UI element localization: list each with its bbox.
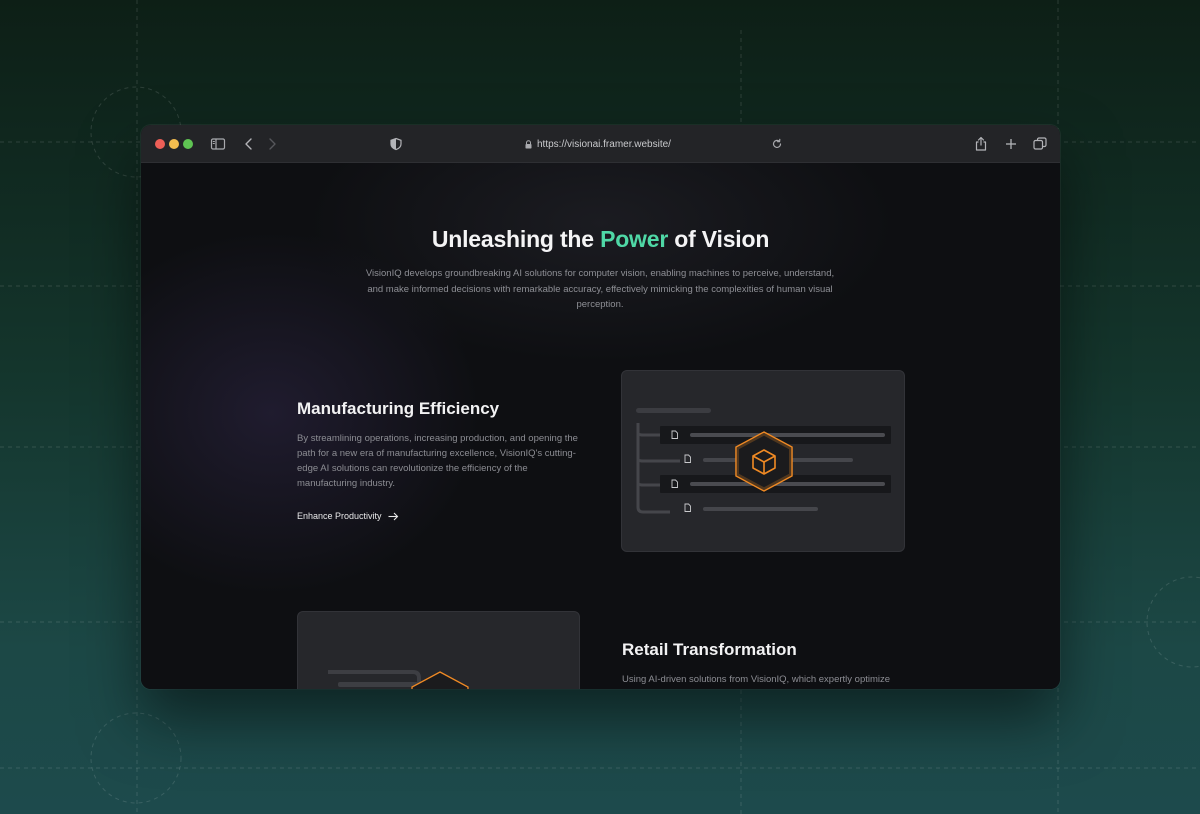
hero-title-end: of Vision	[668, 226, 770, 252]
manufacturing-title: Manufacturing Efficiency	[297, 399, 500, 418]
shield-icon[interactable]	[387, 135, 405, 153]
file-tree-illustration	[636, 408, 891, 514]
enhance-productivity-link[interactable]: Enhance Productivity	[297, 511, 399, 521]
plus-icon[interactable]	[1002, 135, 1020, 153]
retail-description: Using AI-driven solutions from VisionIQ,…	[622, 674, 891, 685]
hero-description: VisionIQ develops groundbreaking AI solu…	[365, 268, 835, 310]
page-viewport: Unleashing the Power of Vision VisionIQ …	[141, 163, 1060, 689]
hero-title-start: Unleashing the	[431, 226, 601, 252]
retail-illustration-card	[297, 611, 580, 689]
hero-title: Unleashing the Power of Vision	[141, 226, 1060, 253]
manufacturing-illustration-card	[621, 370, 905, 552]
hero-title-accent: Power	[600, 226, 669, 252]
browser-toolbar: https://visionai.framer.website/	[141, 125, 1060, 163]
minimize-window-button[interactable]	[169, 139, 179, 149]
chevron-right-icon[interactable]	[263, 135, 281, 153]
lock-icon	[525, 139, 532, 148]
address-bar[interactable]: https://visionai.framer.website/	[525, 136, 671, 152]
cta-label: Enhance Productivity	[297, 511, 382, 521]
maximize-window-button[interactable]	[183, 139, 193, 149]
arrow-right-icon	[388, 512, 398, 520]
reload-icon[interactable]	[768, 135, 786, 153]
url-text: https://visionai.framer.website/	[537, 138, 671, 150]
retail-title: Retail Transformation	[622, 640, 797, 659]
tabs-overview-icon[interactable]	[1031, 135, 1049, 153]
sidebar-icon[interactable]	[209, 135, 227, 153]
manufacturing-description: By streamlining operations, increasing p…	[297, 433, 578, 489]
retail-illustration	[328, 670, 469, 689]
share-icon[interactable]	[972, 135, 990, 153]
chevron-left-icon[interactable]	[240, 135, 258, 153]
browser-window: https://visionai.framer.website/ Unleash…	[141, 125, 1060, 689]
close-window-button[interactable]	[155, 139, 165, 149]
